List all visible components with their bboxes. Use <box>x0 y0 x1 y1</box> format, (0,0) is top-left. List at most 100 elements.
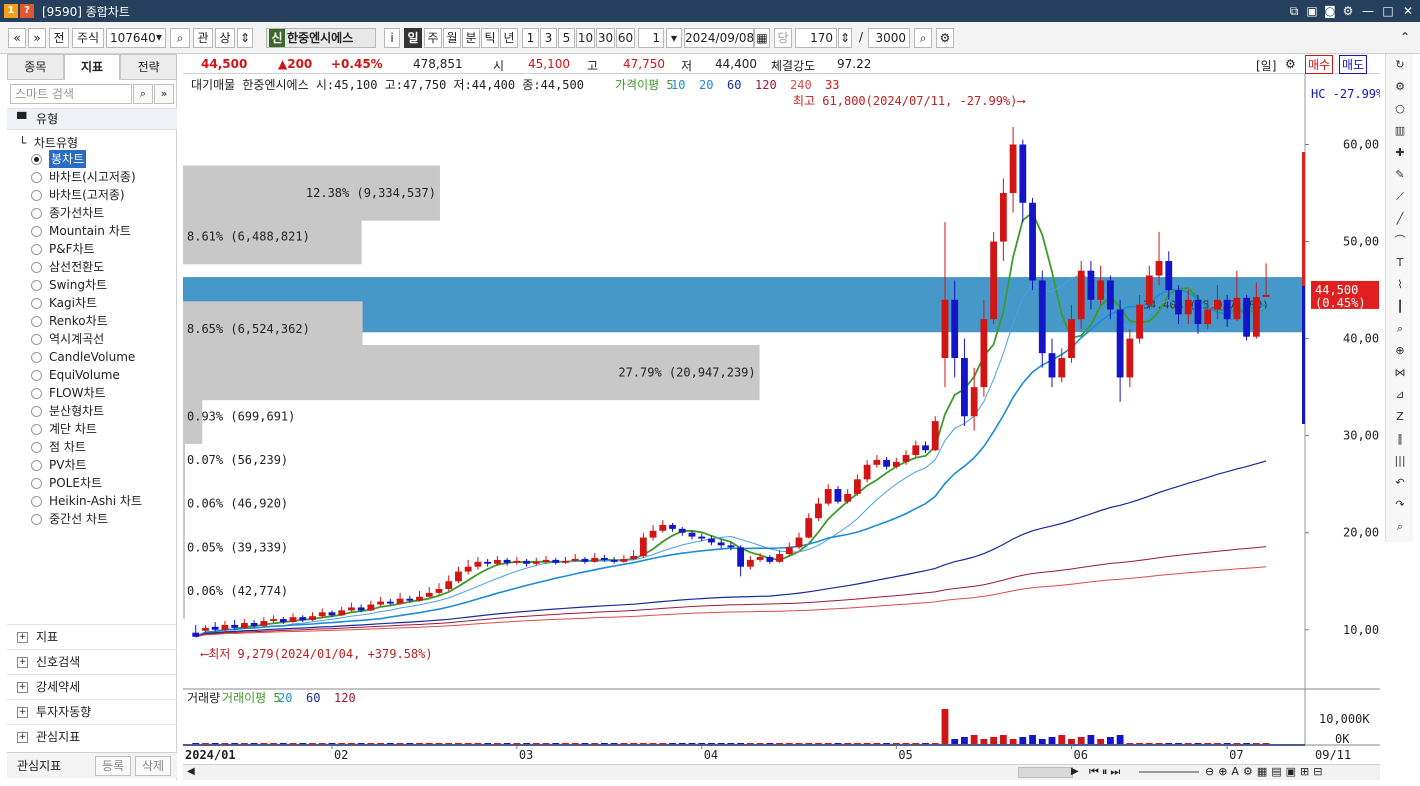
interval-30-button[interactable]: 30 <box>596 28 615 48</box>
nav-next-button[interactable]: » <box>28 28 46 48</box>
chart-type-item[interactable]: POLE차트 <box>31 474 142 492</box>
search-icon[interactable]: ⌕ <box>133 84 153 104</box>
chart-area[interactable]: 12.38% (9,334,537) 8.61% (6,488,821) 34.40… <box>183 74 1419 764</box>
gwan-button[interactable]: 관 <box>193 28 213 48</box>
maximize-icon[interactable]: □ <box>1380 3 1396 19</box>
expand-plus-icon[interactable]: + <box>17 631 28 643</box>
period-tick-tab[interactable]: 틱 <box>481 28 499 48</box>
expand-icon[interactable]: » <box>154 84 174 104</box>
interval-60-button[interactable]: 60 <box>616 28 635 48</box>
zoom-controls[interactable]: ⊖⊕A⚙▦▤▣⊞⊟ <box>1205 765 1326 778</box>
interval-1-button[interactable]: 1 <box>522 28 539 48</box>
interval-3-button[interactable]: 3 <box>540 28 557 48</box>
stepper-icon[interactable]: ⇕ <box>237 28 253 48</box>
tree-chart-type[interactable]: └ 차트유형 <box>19 134 78 151</box>
radio-icon[interactable] <box>31 333 42 345</box>
line-tool-icon[interactable]: ╱ <box>1386 208 1414 230</box>
category-item[interactable]: + 관심지표 <box>7 724 177 749</box>
chart-settings-icon[interactable]: ⚙ <box>1285 57 1296 71</box>
smart-search-input[interactable]: 스마트 검색 <box>10 84 132 104</box>
zigzag-tool-icon[interactable]: Z <box>1386 406 1414 428</box>
chart-type-item[interactable]: 바차트(시고저종) <box>31 168 142 186</box>
period-week-tab[interactable]: 주 <box>424 28 442 48</box>
radio-icon[interactable] <box>31 261 42 273</box>
zoom-search-icon[interactable]: ⌕ <box>914 28 932 48</box>
date-input[interactable]: 2024/09/08 <box>684 28 754 48</box>
radio-icon[interactable] <box>31 225 42 237</box>
close-icon[interactable]: ✕ <box>1400 3 1416 19</box>
radio-icon[interactable] <box>31 423 42 435</box>
link-icon[interactable]: ⧉ <box>1286 3 1302 19</box>
chart-type-item[interactable]: 종가선차트 <box>31 204 142 222</box>
cycle-tool-icon[interactable]: ‖ <box>1386 428 1414 450</box>
market-select[interactable]: 주식 <box>72 28 104 48</box>
horizontal-scrollbar[interactable]: ◀ ▶ ⏮⏸⏭ ⊖⊕A⚙▦▤▣⊞⊟ <box>183 764 1380 780</box>
camera-icon[interactable]: ◙ <box>1322 3 1338 19</box>
expand-plus-icon[interactable]: + <box>17 681 28 693</box>
expand-plus-icon[interactable]: + <box>17 706 28 718</box>
scroll-thumb[interactable] <box>1018 767 1073 778</box>
radio-icon[interactable] <box>31 297 42 309</box>
expand-plus-icon[interactable]: + <box>17 731 28 743</box>
scroll-left-icon[interactable]: ◀ <box>187 766 195 777</box>
chart-type-item[interactable]: 역시계곡선 <box>31 330 142 348</box>
chart-type-item[interactable]: CandleVolume <box>31 348 142 366</box>
zoom-tool-icon[interactable]: ⌕ <box>1386 318 1414 340</box>
radio-icon[interactable] <box>31 387 42 399</box>
search-icon[interactable]: ⌕ <box>170 28 190 48</box>
radio-icon[interactable] <box>31 243 42 255</box>
chart-type-item[interactable]: PV차트 <box>31 456 142 474</box>
period-month-tab[interactable]: 월 <box>443 28 461 48</box>
settings-icon[interactable]: ⚙ <box>1340 3 1356 19</box>
cross-tool-icon[interactable]: ✚ <box>1386 142 1414 164</box>
interval-5-button[interactable]: 5 <box>558 28 575 48</box>
collapse-icon[interactable]: ⌃ <box>1397 28 1413 48</box>
toolbar-settings-icon[interactable]: ⚙ <box>936 28 954 48</box>
radio-icon[interactable] <box>31 171 42 183</box>
chart-type-item[interactable]: Swing차트 <box>31 276 142 294</box>
period-tool-icon[interactable]: ||| <box>1386 450 1414 472</box>
zoom-in-icon[interactable]: ⊕ <box>1386 340 1414 362</box>
redo-icon[interactable]: ↷ <box>1386 494 1414 516</box>
radio-icon[interactable] <box>31 477 42 489</box>
calendar-icon[interactable]: ▦ <box>754 28 770 48</box>
auto-trend-icon[interactable]: ⌒ <box>1386 230 1414 252</box>
chart-type-item[interactable]: 삼선전환도 <box>31 258 142 276</box>
refresh-icon[interactable]: ↻ <box>1386 54 1414 76</box>
expand-plus-icon[interactable]: + <box>17 656 28 668</box>
fib-tool-icon[interactable]: ⋈ <box>1386 362 1414 384</box>
register-button[interactable]: 등록 <box>95 756 131 776</box>
tab-indicator[interactable]: 지표 <box>63 54 121 80</box>
ruler-tool-icon[interactable]: ⟋ <box>1386 186 1414 208</box>
category-item[interactable]: + 투자자동향 <box>7 699 177 724</box>
pen-tool-icon[interactable]: ✎ <box>1386 164 1414 186</box>
undo-icon[interactable]: ↶ <box>1386 472 1414 494</box>
scroll-right-icon[interactable]: ▶ <box>1071 766 1079 777</box>
period-day-tab[interactable]: 일 <box>404 28 422 48</box>
circle-tool-icon[interactable]: ○ <box>1386 98 1414 120</box>
pin-icon[interactable]: ▣ <box>1304 3 1320 19</box>
code-dropdown-icon[interactable]: ▾ <box>152 28 166 48</box>
radio-icon[interactable] <box>31 153 42 165</box>
chart-type-item[interactable]: Renko차트 <box>31 312 142 330</box>
radio-icon[interactable] <box>31 459 42 471</box>
candle-tool-icon[interactable]: ┃ <box>1386 296 1414 318</box>
radio-icon[interactable] <box>31 369 42 381</box>
bar-tool-icon[interactable]: ▥ <box>1386 120 1414 142</box>
help-icon[interactable]: ? <box>20 4 34 18</box>
chart-type-item[interactable]: Kagi차트 <box>31 294 142 312</box>
count-stepper-icon[interactable]: ⇕ <box>838 28 852 48</box>
chart-type-item[interactable]: Heikin-Ashi 차트 <box>31 492 142 510</box>
category-item[interactable]: + 지표 <box>7 624 177 649</box>
radio-icon[interactable] <box>31 405 42 417</box>
chart-type-item[interactable]: FLOW차트 <box>31 384 142 402</box>
radio-icon[interactable] <box>31 441 42 453</box>
sang-button[interactable]: 상 <box>215 28 235 48</box>
chart-type-item[interactable]: 계단 차트 <box>31 420 142 438</box>
gann-tool-icon[interactable]: ⊿ <box>1386 384 1414 406</box>
stock-name-field[interactable]: 신 한중엔시에스 <box>266 28 376 48</box>
buy-button[interactable]: 매수 <box>1305 55 1334 74</box>
count-input[interactable]: 170 <box>795 28 837 48</box>
radio-icon[interactable] <box>31 279 42 291</box>
chart-type-item[interactable]: 봉차트 <box>31 150 142 168</box>
